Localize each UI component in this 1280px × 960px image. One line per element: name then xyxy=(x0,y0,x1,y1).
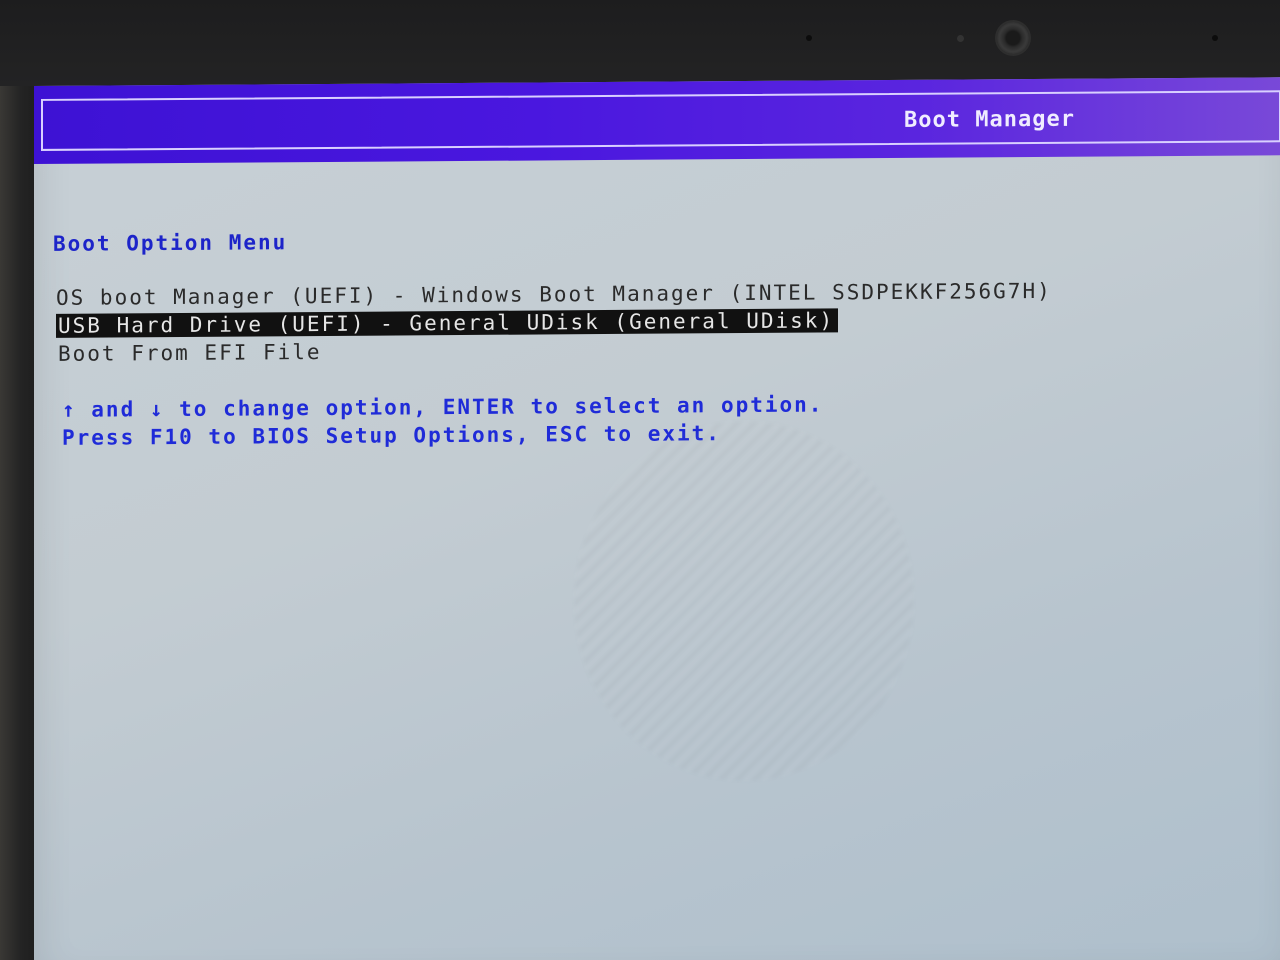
boot-option-usb-selected[interactable]: USB Hard Drive (UEFI) - General UDisk (G… xyxy=(56,308,839,338)
moire-glare xyxy=(574,419,914,783)
header-bar: Boot Manager xyxy=(34,77,1280,164)
boot-option-windows[interactable]: OS boot Manager (UEFI) - Windows Boot Ma… xyxy=(56,279,1052,310)
help-navigation: ↑ and ↓ to change option, ENTER to selec… xyxy=(62,392,824,422)
header-border xyxy=(41,90,1280,151)
help-shortcuts: Press F10 to BIOS Setup Options, ESC to … xyxy=(62,421,721,450)
desk-background xyxy=(0,86,34,960)
boot-option-efi-file[interactable]: Boot From EFI File xyxy=(58,340,322,366)
sensor-dot-mid xyxy=(957,35,964,42)
sensor-dot-right xyxy=(1212,35,1218,41)
bios-screen: Boot Manager Boot Option Menu OS boot Ma… xyxy=(34,77,1280,960)
bezel-top xyxy=(0,0,1280,86)
page-title: Boot Manager xyxy=(904,106,1075,133)
menu-title: Boot Option Menu xyxy=(53,230,288,256)
photo-frame: Boot Manager Boot Option Menu OS boot Ma… xyxy=(0,0,1280,960)
sensor-dot-left xyxy=(806,35,812,41)
webcam-icon xyxy=(997,22,1029,54)
